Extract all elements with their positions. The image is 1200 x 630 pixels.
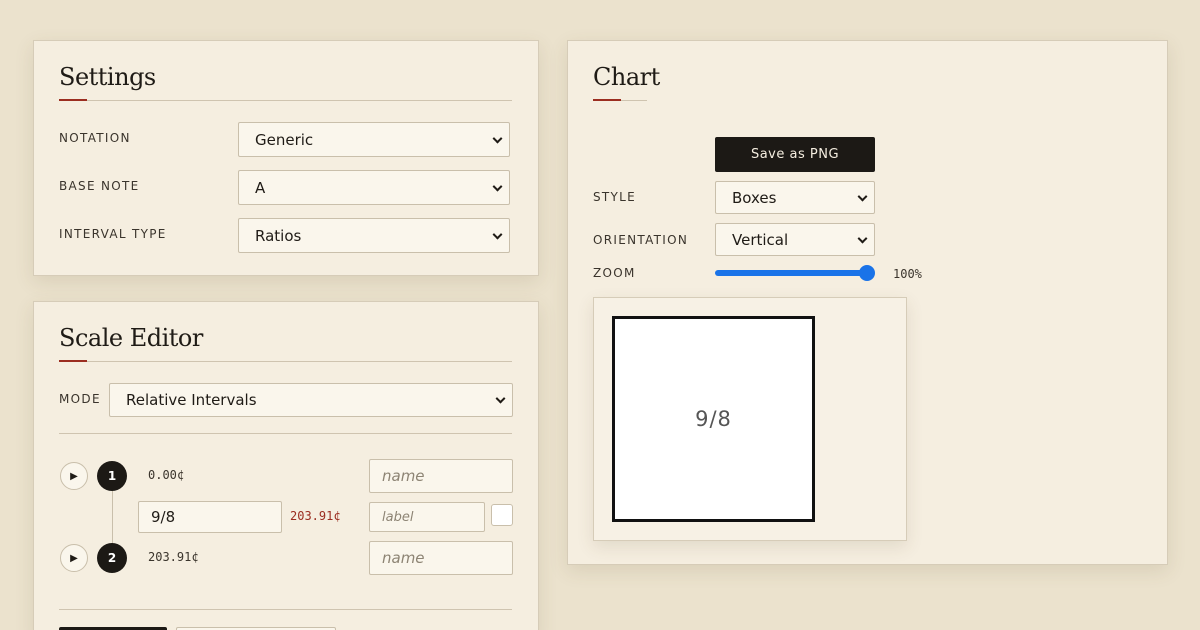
play-step-2-button[interactable]: ▶ <box>60 544 88 572</box>
settings-panel: Settings NOTATION Generic BASE NOTE A IN… <box>33 40 539 276</box>
notation-select[interactable]: Generic <box>238 122 510 157</box>
zoom-label: ZOOM <box>593 266 636 280</box>
interval-1-label-input[interactable] <box>369 502 485 532</box>
zoom-slider-track <box>715 270 867 276</box>
style-select[interactable]: Boxes <box>715 181 875 214</box>
interval-1-cents: 203.91¢ <box>290 509 341 523</box>
chart-canvas: 9/8 <box>593 297 907 541</box>
style-label: STYLE <box>593 190 637 204</box>
step-2-cents: 203.91¢ <box>148 550 199 564</box>
interval-type-select-value: Ratios <box>255 226 302 245</box>
step-number-1: 1 <box>97 461 127 491</box>
mode-select[interactable]: Relative Intervals <box>109 383 513 417</box>
orientation-select-value: Vertical <box>732 230 789 249</box>
chevron-down-icon <box>492 133 503 144</box>
interval-1-value-input[interactable] <box>138 501 282 533</box>
chevron-down-icon <box>857 191 868 202</box>
interval-1-checkbox[interactable] <box>491 504 513 526</box>
step-number-2: 2 <box>97 543 127 573</box>
chart-title-rule <box>593 99 647 101</box>
step-1-name-input[interactable] <box>369 459 513 493</box>
base-note-select-value: A <box>255 178 266 197</box>
play-step-1-button[interactable]: ▶ <box>60 462 88 490</box>
chevron-down-icon <box>495 393 506 404</box>
base-note-label: BASE NOTE <box>59 179 140 193</box>
chart-panel: Chart Save as PNG STYLE Boxes ORIENTATIO… <box>567 40 1168 565</box>
title-accent <box>59 99 87 101</box>
style-select-value: Boxes <box>732 188 777 207</box>
scale-editor-title-rule <box>59 360 512 362</box>
chevron-down-icon <box>492 229 503 240</box>
interval-type-label: INTERVAL TYPE <box>59 227 167 241</box>
title-accent <box>59 360 87 362</box>
base-note-select[interactable]: A <box>238 170 510 205</box>
title-accent <box>593 99 621 101</box>
mode-divider <box>59 433 512 434</box>
step-connector <box>112 487 113 547</box>
step-1-cents: 0.00¢ <box>148 468 185 482</box>
zoom-slider[interactable] <box>715 265 875 281</box>
scale-editor-panel: Scale Editor MODE Relative Intervals ▶ 1… <box>33 301 539 630</box>
mode-label: MODE <box>59 392 101 406</box>
save-png-button[interactable]: Save as PNG <box>715 137 875 172</box>
chart-title: Chart <box>593 63 660 91</box>
zoom-value: 100% <box>893 267 922 281</box>
notation-label: NOTATION <box>59 131 131 145</box>
interval-box: 9/8 <box>612 316 815 522</box>
interval-type-select[interactable]: Ratios <box>238 218 510 253</box>
step-2-name-input[interactable] <box>369 541 513 575</box>
scale-editor-title: Scale Editor <box>59 324 203 352</box>
orientation-select[interactable]: Vertical <box>715 223 875 256</box>
settings-title-rule <box>59 99 512 101</box>
orientation-label: ORIENTATION <box>593 233 689 247</box>
notation-select-value: Generic <box>255 130 314 149</box>
chevron-down-icon <box>857 233 868 244</box>
steps-divider <box>59 609 512 610</box>
chevron-down-icon <box>492 181 503 192</box>
zoom-slider-thumb[interactable] <box>859 265 875 281</box>
mode-select-value: Relative Intervals <box>126 391 257 409</box>
settings-title: Settings <box>59 63 156 91</box>
